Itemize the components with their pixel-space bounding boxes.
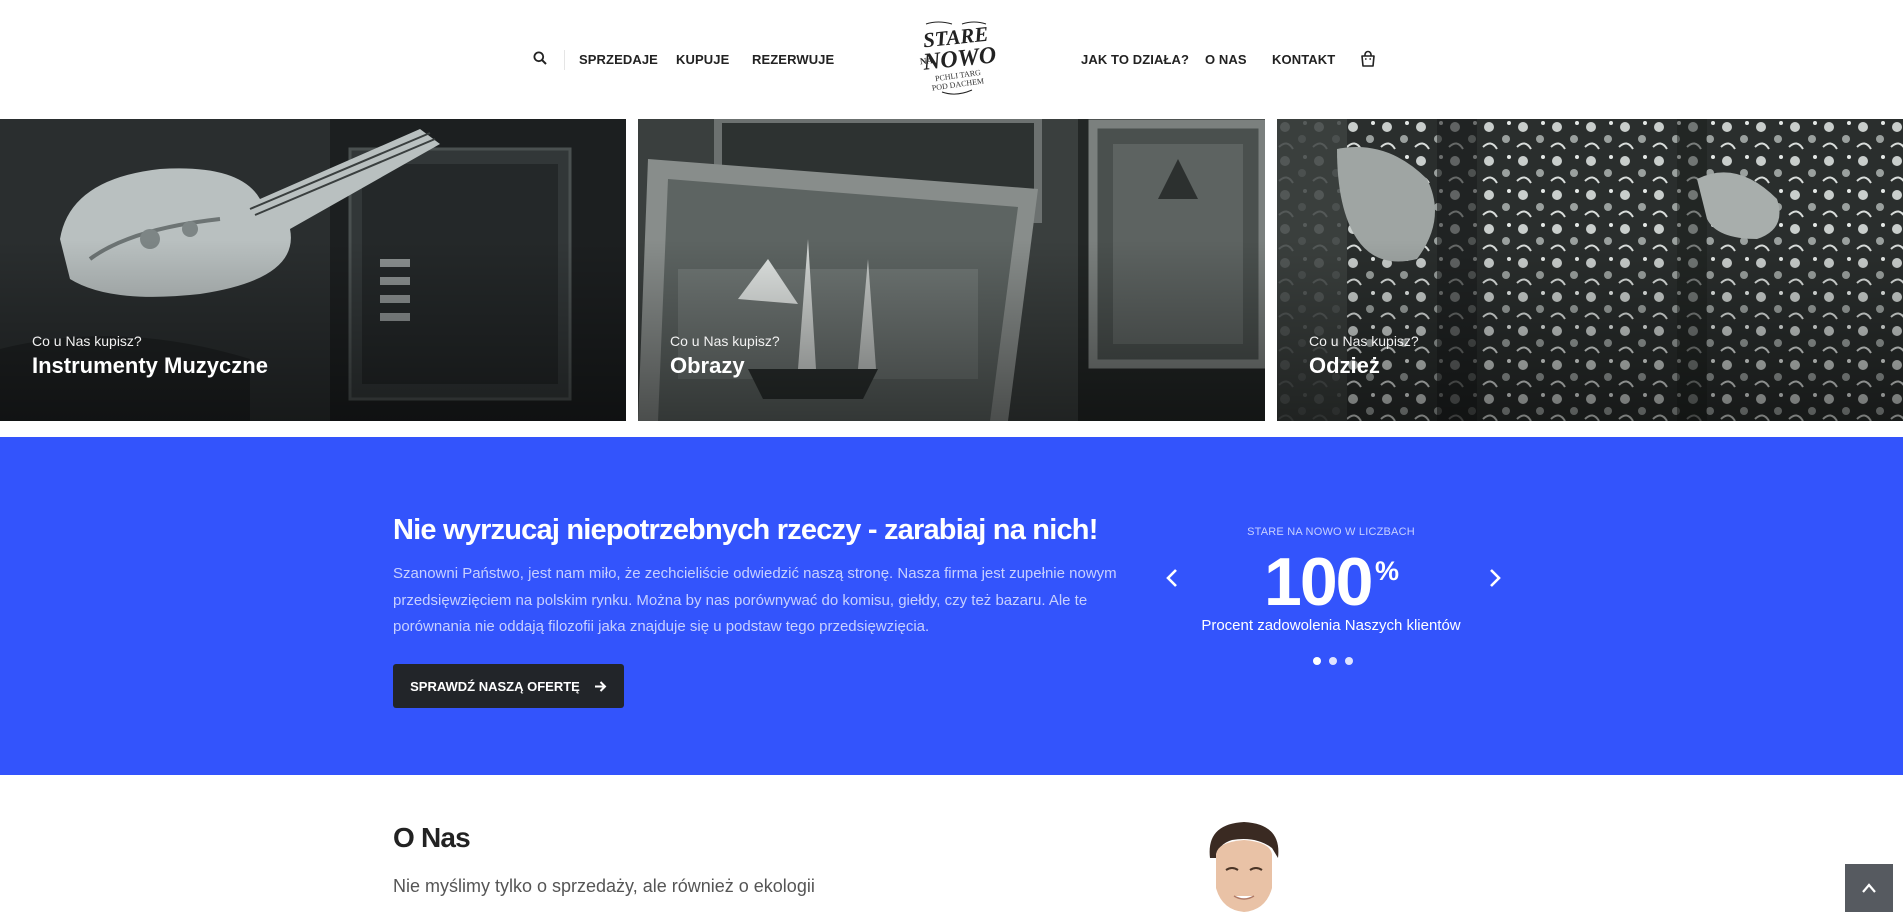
site-logo[interactable]: STARE NA NOWO PCHLI TARG POD DACHEM: [912, 18, 1000, 98]
tile-title: Obrazy: [670, 353, 745, 378]
chevron-up-icon: [1862, 883, 1876, 893]
chevron-right-icon[interactable]: [1485, 566, 1505, 590]
stats-unit: %: [1375, 556, 1400, 586]
check-offer-label: SPRAWDŹ NASZĄ OFERTĘ: [410, 678, 580, 694]
category-tile-paintings[interactable]: Co u Nas kupisz? Obrazy: [638, 119, 1265, 421]
nav-link-kupuje[interactable]: KUPUJE: [676, 52, 729, 67]
back-to-top-button[interactable]: [1845, 864, 1893, 912]
stats-number: 100: [1264, 544, 1373, 620]
check-offer-button[interactable]: SPRAWDŹ NASZĄ OFERTĘ: [393, 664, 624, 708]
arrow-right-icon: [594, 680, 607, 692]
about-title: O Nas: [393, 822, 471, 853]
stats-kicker: STARE NA NOWO W LICZBACH: [1247, 526, 1415, 538]
tile-kicker: Co u Nas kupisz?: [1309, 333, 1419, 349]
carousel-dot-1[interactable]: [1313, 657, 1321, 665]
nav-link-jak-to-dziala[interactable]: JAK TO DZIAŁA?: [1081, 52, 1189, 67]
nav-link-kontakt[interactable]: KONTAKT: [1272, 52, 1335, 67]
promo-heading: Nie wyrzucaj niepotrzebnych rzeczy - zar…: [393, 514, 1098, 546]
tile-title: Instrumenty Muzyczne: [32, 353, 268, 378]
stats-label: Procent zadowolenia Naszych klientów: [1201, 617, 1461, 634]
nav-link-sprzedaje[interactable]: SPRZEDAJE: [579, 52, 658, 67]
nav-link-rezerwuje[interactable]: REZERWUJE: [752, 52, 834, 67]
tile-title: Odzież: [1309, 353, 1380, 378]
chevron-left-icon[interactable]: [1162, 566, 1182, 590]
nav-link-o-nas[interactable]: O NAS: [1205, 52, 1247, 67]
tile-kicker: Co u Nas kupisz?: [670, 333, 780, 349]
nav-divider: [564, 50, 565, 70]
category-tile-clothes[interactable]: Co u Nas kupisz? Odzież: [1277, 119, 1903, 421]
carousel-dot-2[interactable]: [1329, 657, 1337, 665]
site-header: SPRZEDAJE KUPUJE REZERWUJE STARE NA NOWO…: [0, 0, 1903, 119]
team-member-photo: [1196, 818, 1292, 912]
category-tile-instruments[interactable]: Co u Nas kupisz? Instrumenty Muzyczne: [0, 119, 626, 421]
shopping-bag-icon[interactable]: [1360, 50, 1376, 68]
about-subtitle: Nie myślimy tylko o sprzedaży, ale równi…: [393, 876, 815, 896]
tile-kicker: Co u Nas kupisz?: [32, 333, 142, 349]
search-icon[interactable]: [533, 51, 547, 65]
promo-text: Szanowni Państwo, jest nam miło, że zech…: [393, 565, 1117, 635]
carousel-dot-3[interactable]: [1345, 657, 1353, 665]
